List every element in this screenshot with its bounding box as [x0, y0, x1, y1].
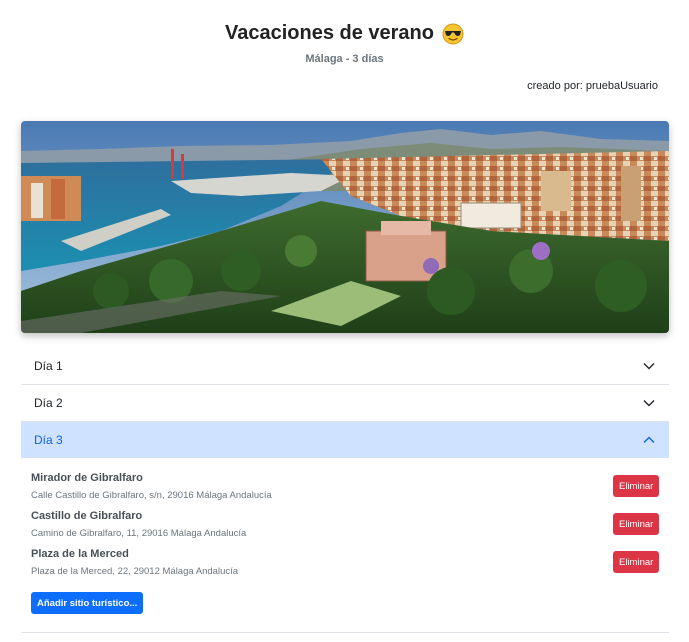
delete-place-button[interactable]: Eliminar	[613, 551, 659, 573]
place-address: Calle Castillo de Gibralfaro, s/n, 29016…	[31, 490, 272, 501]
place-name: Plaza de la Merced	[31, 548, 129, 560]
page-title: Vacaciones de verano	[225, 22, 464, 45]
page-title-row: Vacaciones de verano	[0, 22, 689, 45]
place-name: Castillo de Gibralfaro	[31, 510, 143, 522]
day-1-header[interactable]: Día 1	[21, 348, 669, 384]
chevron-down-icon	[643, 400, 655, 407]
place-item: Mirador de Gibralfaro Calle Castillo de …	[31, 468, 659, 506]
delete-place-button[interactable]: Eliminar	[613, 513, 659, 535]
day-1-label: Día 1	[34, 359, 63, 373]
place-item: Castillo de Gibralfaro Camino de Gibralf…	[31, 506, 659, 544]
place-address: Plaza de la Merced, 22, 29012 Málaga And…	[31, 566, 239, 577]
place-address: Camino de Gibralfaro, 11, 29016 Málaga A…	[31, 528, 247, 539]
day-3-body: Mirador de Gibralfaro Calle Castillo de …	[21, 458, 669, 632]
day-2-header[interactable]: Día 2	[21, 385, 669, 421]
sunglasses-emoji-icon	[442, 23, 464, 44]
day-3-item: Día 3 Mirador de Gibralfaro Calle Castil…	[21, 422, 669, 633]
page-title-text: Vacaciones de verano	[224, 22, 434, 44]
destination-photo	[21, 121, 669, 333]
day-2-item: Día 2	[21, 385, 669, 422]
chevron-down-icon	[643, 363, 655, 370]
creator-label: creado por: pruebaUsuario	[527, 80, 658, 92]
trip-subtitle: Málaga - 3 días	[305, 53, 384, 65]
delete-place-button[interactable]: Eliminar	[613, 475, 659, 497]
add-place-button[interactable]: Añadir sitio turístico...	[31, 592, 144, 614]
place-item: Plaza de la Merced Plaza de la Merced, 2…	[31, 544, 659, 582]
malaga-panorama-image	[21, 121, 669, 333]
place-name: Mirador de Gibralfaro	[31, 472, 143, 484]
day-3-label: Día 3	[34, 433, 63, 447]
day-2-label: Día 2	[34, 396, 63, 410]
day-1-item: Día 1	[21, 348, 669, 385]
day-3-header[interactable]: Día 3	[21, 422, 669, 458]
days-accordion: Día 1 Día 2 Día 3 Mirador de Gibralfaro …	[21, 348, 669, 633]
chevron-up-icon	[643, 436, 655, 443]
